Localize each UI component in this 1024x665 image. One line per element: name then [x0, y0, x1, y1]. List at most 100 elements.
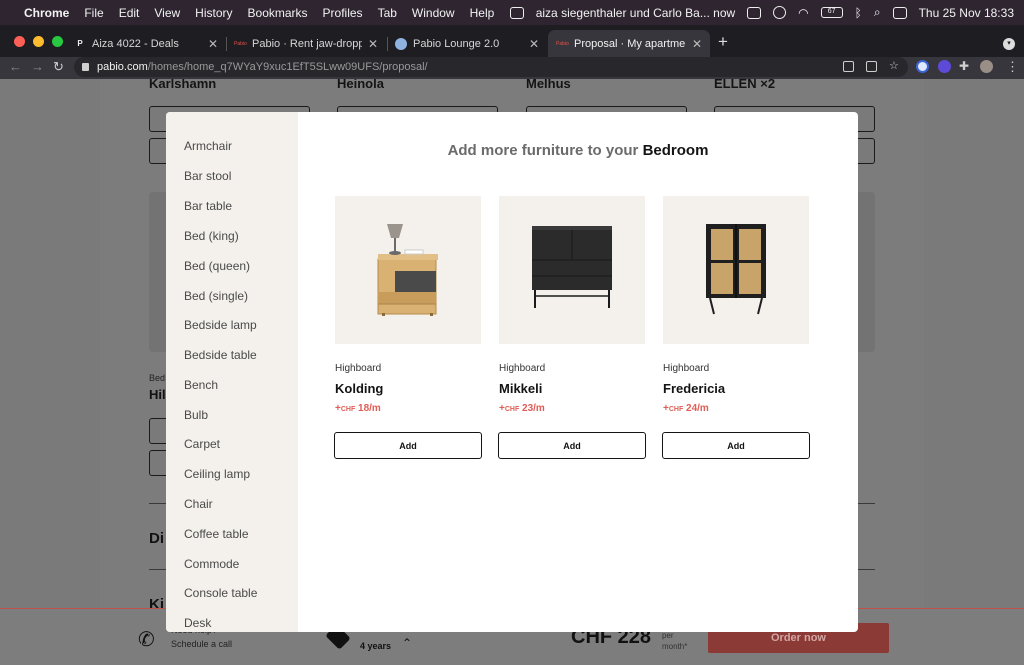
menu-bookmarks[interactable]: Bookmarks	[248, 6, 308, 20]
one-password-extension-icon[interactable]	[916, 60, 929, 73]
category-bed-king[interactable]: Bed (king)	[184, 229, 239, 243]
tab-title: Pabio · Rent jaw-dropping inte	[252, 37, 362, 50]
address-path: /homes/home_q7WYaY9xuc1EfT5SLww09UFS/pro…	[147, 61, 428, 73]
category-ceiling-lamp[interactable]: Ceiling lamp	[184, 467, 250, 481]
new-tab-icon[interactable]: +	[718, 33, 728, 50]
bg-section-title: Di	[149, 530, 164, 547]
close-tab-icon[interactable]: ✕	[692, 37, 702, 51]
modal-heading: Add more furniture to your Bedroom	[298, 142, 858, 159]
tab-proposal-active[interactable]: Pabio Proposal · My apartment · Pabi ✕	[548, 30, 710, 57]
category-armchair[interactable]: Armchair	[184, 139, 232, 153]
address-host: pabio.com	[97, 61, 148, 73]
pabio-favicon-icon: Pabio	[556, 40, 569, 47]
browser-toolbar: ← → ↻ pabio.com /homes/home_q7WYaY9xuc1E…	[0, 57, 1024, 79]
price-currency: CHF	[340, 406, 356, 413]
category-commode[interactable]: Commode	[184, 557, 239, 571]
menu-help[interactable]: Help	[470, 6, 495, 20]
lock-icon[interactable]	[82, 63, 89, 71]
add-mikkeli-button[interactable]: Add	[498, 432, 646, 459]
wifi-icon[interactable]: ◠	[798, 6, 808, 20]
bg-product-name: ELLEN ×2	[714, 79, 776, 91]
schedule-call-link[interactable]: Schedule a call	[171, 639, 232, 649]
category-carpet[interactable]: Carpet	[184, 437, 220, 451]
category-bulb[interactable]: Bulb	[184, 408, 208, 422]
card-icon[interactable]	[747, 6, 762, 19]
mikkeli-highboard-image	[532, 226, 612, 308]
menu-edit[interactable]: Edit	[119, 6, 140, 20]
product-card-kolding: Highboard Kolding +CHF 18/m Add	[334, 196, 483, 459]
tab-title: Aiza 4022 - Deals	[92, 37, 179, 50]
category-desk[interactable]: Desk	[184, 616, 211, 630]
puzzle-extensions-icon[interactable]: ✚	[959, 59, 969, 73]
menu-profiles[interactable]: Profiles	[323, 6, 363, 20]
clock[interactable]: Thu 25 Nov 18:33	[919, 6, 1014, 20]
forward-icon[interactable]: →	[31, 59, 44, 74]
tab-pabio-rent[interactable]: Pabio Pabio · Rent jaw-dropping inte ✕	[226, 30, 386, 57]
close-tab-icon[interactable]: ✕	[368, 37, 378, 51]
product-image[interactable]	[335, 196, 481, 344]
heading-prefix: Add more furniture to your	[447, 142, 639, 159]
share-icon[interactable]	[866, 61, 877, 72]
menu-file[interactable]: File	[84, 6, 103, 20]
reload-icon[interactable]: ↻	[53, 59, 64, 75]
category-bench[interactable]: Bench	[184, 378, 218, 392]
category-console-table[interactable]: Console table	[184, 586, 257, 600]
bluetooth-icon[interactable]: ᛒ	[855, 6, 862, 20]
pipedrive-favicon-icon: P	[77, 38, 83, 48]
product-image[interactable]	[499, 196, 645, 344]
one-password-icon[interactable]	[773, 6, 787, 19]
product-image[interactable]	[663, 196, 809, 344]
menu-tab[interactable]: Tab	[378, 6, 397, 20]
control-center-icon[interactable]	[892, 6, 907, 19]
product-category: Highboard	[499, 363, 546, 374]
address-bar[interactable]: pabio.com /homes/home_q7WYaY9xuc1EfT5SLw…	[74, 57, 908, 77]
price-value: 23/m	[522, 403, 545, 414]
add-fredericia-button[interactable]: Add	[662, 432, 810, 459]
bookmark-star-icon[interactable]: ☆	[889, 61, 900, 72]
bg-product-name: Karlshamn	[149, 79, 217, 91]
menu-window[interactable]: Window	[412, 6, 455, 20]
profile-avatar[interactable]	[980, 60, 993, 73]
battery-icon[interactable]: 67	[820, 7, 843, 18]
duration-value[interactable]: 4 years	[360, 641, 391, 651]
install-app-icon[interactable]	[843, 61, 854, 72]
price-per-label: per	[662, 631, 674, 640]
category-bed-single[interactable]: Bed (single)	[184, 289, 248, 303]
menu-history[interactable]: History	[195, 6, 232, 20]
tab-search-icon[interactable]: ▾	[1003, 38, 1015, 50]
close-tab-icon[interactable]: ✕	[208, 37, 218, 51]
product-name: Fredericia	[663, 381, 726, 396]
tab-pabio-lounge[interactable]: Pabio Lounge 2.0 ✕	[387, 30, 547, 57]
product-category: Highboard	[335, 363, 382, 374]
chevron-up-icon[interactable]: ⌃	[402, 636, 412, 650]
category-bedside-table[interactable]: Bedside table	[184, 348, 257, 362]
close-tab-icon[interactable]: ✕	[529, 37, 539, 51]
category-coffee-table[interactable]: Coffee table	[184, 527, 249, 541]
category-sidebar: Armchair Bar stool Bar table Bed (king) …	[166, 112, 298, 632]
add-kolding-button[interactable]: Add	[334, 432, 482, 459]
phone-icon[interactable]: ✆	[138, 627, 155, 652]
search-icon[interactable]: ⌕	[874, 5, 881, 20]
zoom-window-icon[interactable]	[52, 36, 63, 47]
category-bedside-lamp[interactable]: Bedside lamp	[184, 318, 257, 332]
product-price: +CHF 23/m	[499, 403, 647, 414]
chrome-menu-icon[interactable]: ⋮	[1006, 59, 1019, 75]
category-bar-stool[interactable]: Bar stool	[184, 169, 231, 183]
back-icon[interactable]: ←	[9, 59, 22, 74]
extension-icon[interactable]	[938, 60, 951, 73]
minimize-window-icon[interactable]	[33, 36, 44, 47]
category-chair[interactable]: Chair	[184, 497, 213, 511]
close-window-icon[interactable]	[14, 36, 25, 47]
product-name: Mikkeli	[499, 381, 543, 396]
menu-app-name[interactable]: Chrome	[24, 6, 69, 20]
tab-aiza-deals[interactable]: P Aiza 4022 - Deals ✕	[66, 30, 226, 57]
category-bed-queen[interactable]: Bed (queen)	[184, 259, 250, 273]
modal-main: Add more furniture to your Bedroom Highb…	[298, 112, 858, 632]
category-bar-table[interactable]: Bar table	[184, 199, 232, 213]
screen-mirror-icon[interactable]	[509, 6, 524, 19]
notification-text[interactable]: aiza siegenthaler und Carlo Ba... now	[536, 6, 735, 20]
price-currency: CHF	[504, 406, 520, 413]
menu-view[interactable]: View	[154, 6, 180, 20]
product-name: Kolding	[335, 381, 384, 396]
bg-product-name: Heinola	[337, 79, 384, 91]
